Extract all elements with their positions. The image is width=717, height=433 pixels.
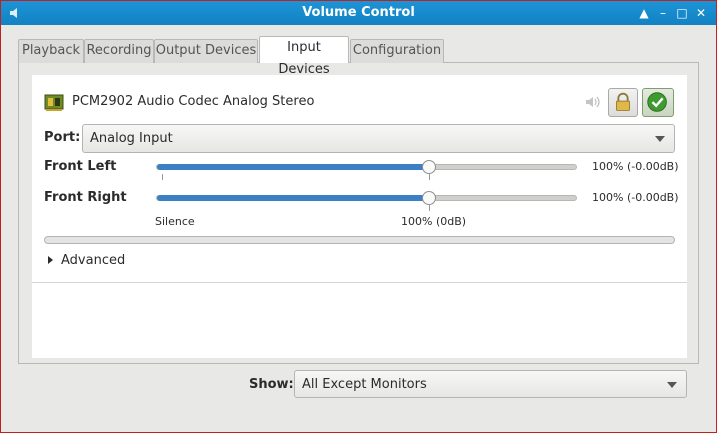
peak-level-meter: [44, 236, 675, 244]
volume-control-window: Volume Control ▲ – □ ✕ Playback Recordin…: [0, 0, 717, 433]
front-right-slider[interactable]: [156, 191, 577, 205]
window-title: Volume Control: [302, 5, 415, 20]
show-filter-value: All Except Monitors: [302, 377, 427, 392]
silence-tick: [162, 174, 163, 180]
input-devices-panel: [32, 75, 687, 358]
close-icon[interactable]: ✕: [692, 4, 710, 22]
device-separator: [32, 282, 687, 283]
normal-tick-lower: [429, 205, 430, 211]
port-select[interactable]: Analog Input: [82, 124, 675, 153]
maximize-icon[interactable]: □: [673, 4, 691, 22]
tab-configuration[interactable]: Configuration: [350, 39, 444, 63]
normal-volume-mark: 100% (0dB): [401, 215, 467, 228]
keep-above-icon[interactable]: ▲: [635, 4, 653, 22]
chevron-down-icon: [655, 136, 665, 142]
front-left-label: Front Left: [44, 159, 117, 174]
tab-playback[interactable]: Playback: [18, 39, 84, 63]
front-right-label: Front Right: [44, 190, 127, 205]
sound-card-icon: [44, 94, 64, 111]
tab-input-devices[interactable]: Input Devices: [259, 36, 349, 77]
advanced-label: Advanced: [61, 253, 126, 268]
mute-speaker-icon[interactable]: [584, 94, 602, 110]
title-bar[interactable]: Volume Control ▲ – □ ✕: [1, 1, 716, 25]
front-right-slider-fill: [157, 195, 430, 201]
tab-output-devices[interactable]: Output Devices: [154, 39, 258, 63]
set-default-button[interactable]: [642, 88, 674, 117]
front-left-slider[interactable]: [156, 160, 577, 174]
tab-recording[interactable]: Recording: [84, 39, 154, 63]
show-filter-select[interactable]: All Except Monitors: [294, 370, 687, 398]
silence-mark: Silence: [155, 215, 195, 228]
front-left-slider-fill: [157, 164, 430, 170]
port-label: Port:: [44, 130, 81, 145]
front-left-value: 100% (-0.00dB): [592, 160, 679, 173]
front-right-value: 100% (-0.00dB): [592, 191, 679, 204]
lock-icon: [616, 92, 630, 111]
lock-channels-button[interactable]: [608, 88, 638, 117]
normal-tick: [429, 174, 430, 180]
device-name: PCM2902 Audio Codec Analog Stereo: [72, 94, 315, 109]
chevron-down-icon: [667, 382, 677, 388]
checkmark-icon: [647, 92, 667, 112]
show-label: Show:: [249, 377, 294, 392]
expander-arrow-icon: [48, 256, 53, 264]
minimize-icon[interactable]: –: [654, 4, 672, 22]
port-select-value: Analog Input: [90, 131, 173, 146]
